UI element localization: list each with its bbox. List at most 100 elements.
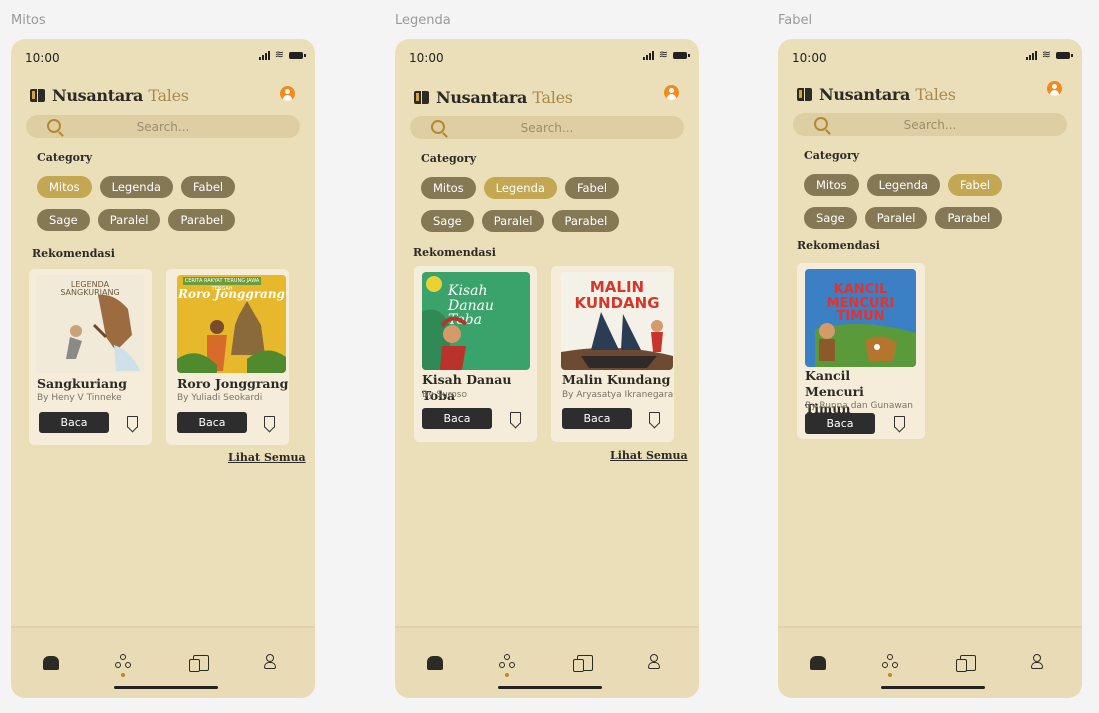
category-title: Category [804,149,860,162]
search-input[interactable]: Search... [26,115,300,138]
book-list: KANCIL MENCURI TIMUN Kancil Mencuri Timu… [797,263,925,439]
see-all-link[interactable]: Lihat Semua [610,449,688,462]
book-title: Sangkuriang [37,376,127,391]
app-title: Nusantara Tales [52,86,189,105]
chip-legenda[interactable]: Legenda [99,176,173,198]
chip-sage[interactable]: Sage [37,209,90,231]
phone-screen-legenda: 10:00 ≋ Nusantara Tales Search... Catego… [395,39,699,698]
library-icon[interactable] [956,655,976,672]
chip-parabel[interactable]: Parabel [168,209,236,231]
chip-mitos[interactable]: Mitos [804,174,859,196]
chip-fabel[interactable]: Fabel [180,176,236,198]
book-card[interactable]: LEGENDA SANGKURIANG Sangkuriang By Heny … [29,269,152,445]
book-card[interactable]: MALIN KUNDANG Malin Kundang By Aryasatya… [551,266,674,442]
see-all-link[interactable]: Lihat Semua [228,451,306,464]
category-chips: Mitos Legenda Fabel Sage Paralel Parabel [804,174,1054,229]
explore-icon[interactable] [115,654,131,670]
home-icon[interactable] [43,656,59,670]
home-indicator [114,686,218,689]
chip-sage[interactable]: Sage [804,207,857,229]
battery-icon [289,52,306,59]
chip-mitos[interactable]: Mitos [37,176,92,198]
chip-paralel[interactable]: Paralel [481,210,545,232]
book-author: By Yuliadi Seokardi [177,393,263,403]
book-title: Roro Jonggrang [177,376,289,391]
bookmark-icon[interactable] [510,412,521,424]
explore-icon[interactable] [882,654,898,670]
profile-icon[interactable] [264,654,276,670]
read-button[interactable]: Baca [805,413,875,434]
app-header: Nusantara Tales [414,88,573,107]
library-icon[interactable] [189,655,209,672]
bookmark-icon[interactable] [894,416,905,428]
profile-icon[interactable] [1031,654,1043,670]
book-logo-icon [797,88,812,101]
category-title: Category [37,151,93,164]
phone-screen-fabel: 10:00 ≋ Nusantara Tales Search... Catego… [778,39,1082,698]
read-button[interactable]: Baca [422,408,492,429]
frame-label: Mitos [11,13,46,28]
book-card[interactable]: CERITA RAKYAT TERUNG JAWA TENGAH Roro Jo… [166,269,289,445]
chip-legenda[interactable]: Legenda [483,177,557,199]
app-header: Nusantara Tales [797,85,956,104]
book-cover: Kisah Danau Toba [422,272,530,370]
library-icon[interactable] [573,655,593,672]
cover-illustration [422,276,468,370]
category-chips: Mitos Legenda Fabel Sage Paralel Parabel [37,176,287,231]
active-indicator [121,673,125,677]
cover-illustration [66,294,140,371]
book-author: By Heny V Tinneke [37,393,122,403]
book-card[interactable]: Kisah Danau Toba Kisah Danau Toba By Sur… [414,266,537,442]
chip-paralel[interactable]: Paralel [864,207,928,229]
avatar-icon[interactable] [664,85,679,100]
battery-icon [1056,52,1073,59]
status-icons: ≋ [1025,50,1073,61]
search-placeholder: Search... [136,120,190,134]
wifi-icon: ≋ [274,49,284,61]
cover-illustration [815,323,916,367]
bookmark-icon[interactable] [127,416,138,428]
book-title: Malin Kundang [562,372,671,387]
recommend-title: Rekomendasi [32,247,115,260]
chip-parabel[interactable]: Parabel [552,210,620,232]
cover-illustration [177,301,286,373]
chip-legenda[interactable]: Legenda [866,174,940,196]
book-logo-icon [414,91,429,104]
search-input[interactable]: Search... [410,116,684,139]
book-cover: MALIN KUNDANG [561,272,673,370]
read-button[interactable]: Baca [39,412,109,433]
frame-label: Legenda [395,13,451,28]
app-title: Nusantara Tales [819,85,956,104]
avatar-icon[interactable] [1047,81,1062,96]
home-indicator [498,686,602,689]
chip-paralel[interactable]: Paralel [97,209,161,231]
explore-icon[interactable] [499,654,515,670]
avatar-icon[interactable] [280,86,295,101]
status-time: 10:00 [25,51,60,65]
frame-label: Fabel [778,13,813,28]
home-icon[interactable] [810,656,826,670]
chip-mitos[interactable]: Mitos [421,177,476,199]
book-logo-icon [30,89,45,102]
recommend-title: Rekomendasi [413,246,496,259]
chip-fabel[interactable]: Fabel [947,174,1003,196]
app-title: Nusantara Tales [436,88,573,107]
home-indicator [881,686,985,689]
book-author: By Aryasatya Ikranegara [562,390,674,400]
bookmark-icon[interactable] [649,412,660,424]
category-title: Category [421,152,477,165]
chip-fabel[interactable]: Fabel [564,177,620,199]
active-indicator [505,673,509,677]
read-button[interactable]: Baca [562,408,632,429]
phone-screen-mitos: 10:00 ≋ Nusantara Tales Search... Catego… [11,39,315,698]
home-icon[interactable] [427,656,443,670]
book-card[interactable]: KANCIL MENCURI TIMUN Kancil Mencuri Timu… [797,263,925,439]
chip-sage[interactable]: Sage [421,210,474,232]
book-author: By Suroso [422,390,467,400]
search-input[interactable]: Search... [793,113,1067,136]
profile-icon[interactable] [648,654,660,670]
read-button[interactable]: Baca [177,412,247,433]
status-time: 10:00 [409,51,444,65]
chip-parabel[interactable]: Parabel [935,207,1003,229]
bookmark-icon[interactable] [264,416,275,428]
